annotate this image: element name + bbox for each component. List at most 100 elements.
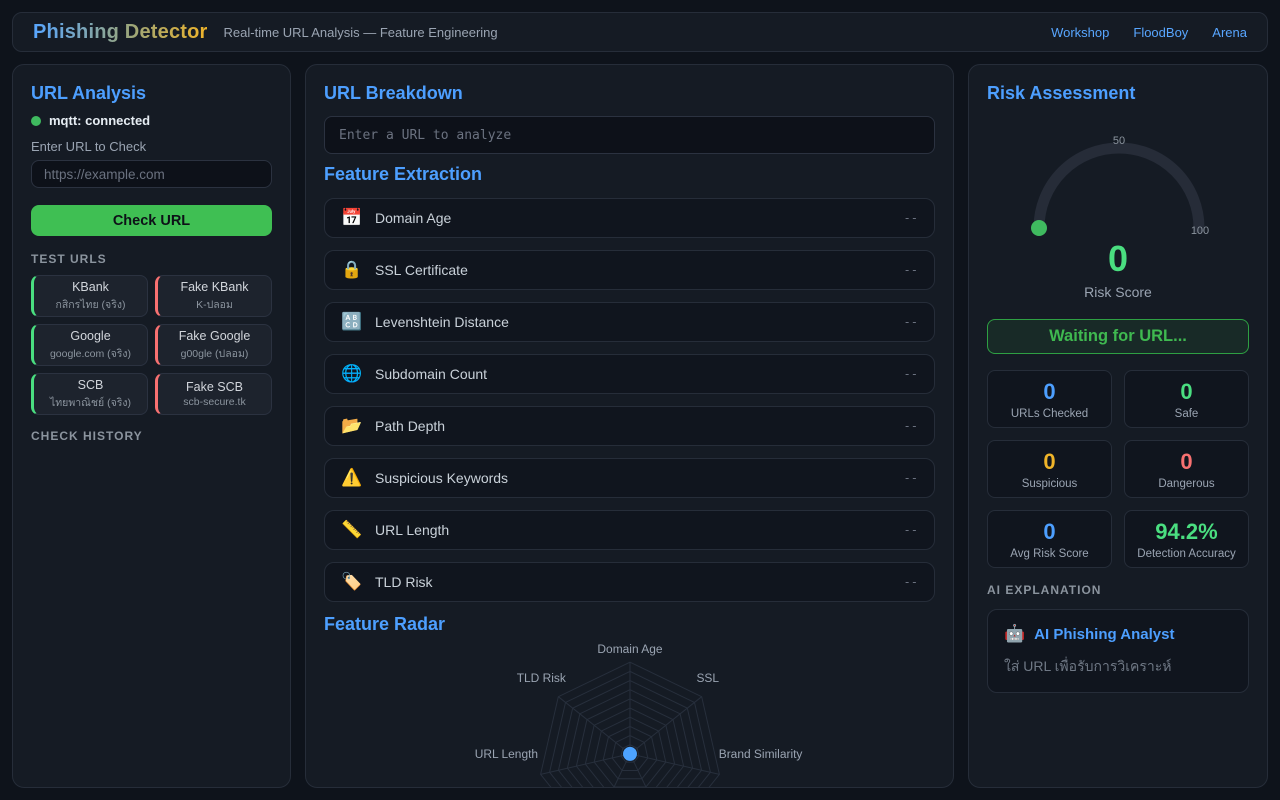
radar-axis-url-length: URL Length [475, 747, 538, 761]
stat-label: Detection Accuracy [1137, 548, 1235, 560]
abcd-icon: 🔠 [341, 312, 363, 332]
url-breakdown-title: URL Breakdown [324, 83, 935, 104]
nav-link-workshop[interactable]: Workshop [1051, 25, 1109, 40]
radar-svg: Domain Age SSL Brand Similarity URL Leng… [324, 639, 935, 788]
feature-row-keywords: ⚠️ Suspicious Keywords -- [324, 458, 935, 498]
gauge-track-arc [1039, 148, 1199, 228]
risk-assessment-panel: Risk Assessment 0 50 100 0 Risk Score Wa… [968, 64, 1268, 788]
stat-value: 94.2% [1155, 519, 1217, 545]
test-url-name: Fake Google [162, 329, 267, 343]
test-url-name: Google [38, 329, 143, 343]
test-url-grid: KBank กสิกรไทย (จริง) Fake KBank K-ปลอม … [31, 275, 272, 415]
feature-value: -- [904, 315, 918, 329]
feature-row-path-depth: 📂 Path Depth -- [324, 406, 935, 446]
radar-axis-brand-similarity: Brand Similarity [719, 747, 803, 761]
app-subtitle: Real-time URL Analysis — Feature Enginee… [224, 25, 498, 40]
nav-link-floodboy[interactable]: FloodBoy [1133, 25, 1188, 40]
feature-value: -- [904, 471, 918, 485]
globe-icon: 🌐 [341, 364, 363, 384]
check-history-heading: CHECK HISTORY [31, 429, 272, 443]
test-url-detail: กสิกรไทย (จริง) [38, 296, 143, 313]
risk-gauge: 0 50 100 [987, 132, 1249, 242]
url-analysis-panel: URL Analysis mqtt: connected Enter URL t… [12, 64, 291, 788]
risk-score-label: Risk Score [987, 284, 1249, 300]
feature-label: Suspicious Keywords [375, 470, 508, 486]
main-content: URL Analysis mqtt: connected Enter URL t… [12, 64, 1268, 788]
feature-label: Subdomain Count [375, 366, 487, 382]
stat-label: Avg Risk Score [1010, 548, 1088, 560]
feature-row-ssl: 🔒 SSL Certificate -- [324, 250, 935, 290]
radar-axis-ssl: SSL [696, 671, 719, 685]
stat-dangerous: 0 Dangerous [1124, 440, 1249, 498]
stat-urls-checked: 0 URLs Checked [987, 370, 1112, 428]
radar-axis-tld-risk: TLD Risk [517, 671, 566, 685]
page: Phishing Detector Real-time URL Analysis… [0, 0, 1280, 800]
test-url-detail: google.com (จริง) [38, 345, 143, 362]
test-url-detail: ไทยพาณิชย์ (จริง) [38, 394, 143, 411]
folder-icon: 📂 [341, 416, 363, 436]
feature-value: -- [904, 575, 918, 589]
status-badge: Waiting for URL... [987, 319, 1249, 354]
test-url-detail: K-ปลอม [162, 296, 267, 313]
feature-value: -- [904, 367, 918, 381]
feature-label: SSL Certificate [375, 262, 468, 278]
test-url-fake-google[interactable]: Fake Google g00gle (ปลอม) [155, 324, 272, 366]
gauge-svg: 0 50 100 [987, 132, 1251, 242]
stat-value: 0 [1043, 449, 1055, 475]
test-url-name: KBank [38, 280, 143, 294]
gauge-tick-100: 100 [1191, 225, 1209, 237]
feature-value: -- [904, 419, 918, 433]
feature-label: Domain Age [375, 210, 451, 226]
mqtt-status-label: mqtt: connected [49, 113, 150, 128]
test-url-google[interactable]: Google google.com (จริง) [31, 324, 148, 366]
url-input-label: Enter URL to Check [31, 139, 272, 154]
stat-value: 0 [1180, 379, 1192, 405]
stat-safe: 0 Safe [1124, 370, 1249, 428]
analyze-url-input[interactable] [324, 116, 935, 154]
ruler-icon: 📏 [341, 520, 363, 540]
test-url-name: SCB [38, 378, 143, 392]
test-url-kbank[interactable]: KBank กสิกรไทย (จริง) [31, 275, 148, 317]
mqtt-status: mqtt: connected [31, 113, 272, 128]
test-url-scb[interactable]: SCB ไทยพาณิชย์ (จริง) [31, 373, 148, 415]
test-url-detail: scb-secure.tk [162, 396, 267, 408]
feature-radar-title: Feature Radar [324, 614, 935, 635]
gauge-needle-dot [1031, 220, 1047, 236]
url-check-input[interactable] [31, 160, 272, 188]
tag-icon: 🏷️ [341, 572, 363, 592]
status-badge-text: Waiting for URL... [1049, 327, 1187, 346]
risk-score-value: 0 [987, 238, 1249, 280]
check-url-button[interactable]: Check URL [31, 205, 272, 236]
stat-suspicious: 0 Suspicious [987, 440, 1112, 498]
url-breakdown-panel: URL Breakdown Feature Extraction 📅 Domai… [305, 64, 954, 788]
stat-label: URLs Checked [1011, 408, 1088, 420]
test-url-fake-scb[interactable]: Fake SCB scb-secure.tk [155, 373, 272, 415]
test-url-detail: g00gle (ปลอม) [162, 345, 267, 362]
feature-label: URL Length [375, 522, 449, 538]
nav-link-arena[interactable]: Arena [1212, 25, 1247, 40]
stat-label: Safe [1175, 408, 1199, 420]
feature-row-levenshtein: 🔠 Levenshtein Distance -- [324, 302, 935, 342]
feature-row-subdomain: 🌐 Subdomain Count -- [324, 354, 935, 394]
test-url-name: Fake KBank [162, 280, 267, 294]
navbar: Phishing Detector Real-time URL Analysis… [12, 12, 1268, 52]
feature-label: Levenshtein Distance [375, 314, 509, 330]
stat-value: 0 [1043, 379, 1055, 405]
test-url-name: Fake SCB [162, 380, 267, 394]
connection-status-dot-icon [31, 116, 41, 126]
ai-explanation-heading: AI EXPLANATION [987, 583, 1249, 597]
app-logo: Phishing Detector [33, 21, 208, 44]
feature-row-domain-age: 📅 Domain Age -- [324, 198, 935, 238]
feature-label: TLD Risk [375, 574, 433, 590]
stat-detection-accuracy: 94.2% Detection Accuracy [1124, 510, 1249, 568]
feature-label: Path Depth [375, 418, 445, 434]
ai-analyst-title: AI Phishing Analyst [1034, 626, 1174, 643]
radar-axis-domain-age: Domain Age [597, 642, 662, 656]
warning-icon: ⚠️ [341, 468, 363, 488]
feature-radar-chart: Domain Age SSL Brand Similarity URL Leng… [324, 639, 935, 788]
robot-icon: 🤖 [1004, 624, 1025, 644]
stat-label: Suspicious [1022, 478, 1078, 490]
test-urls-heading: TEST URLS [31, 252, 272, 266]
test-url-fake-kbank[interactable]: Fake KBank K-ปลอม [155, 275, 272, 317]
nav-links: Workshop FloodBoy Arena [1051, 25, 1247, 40]
